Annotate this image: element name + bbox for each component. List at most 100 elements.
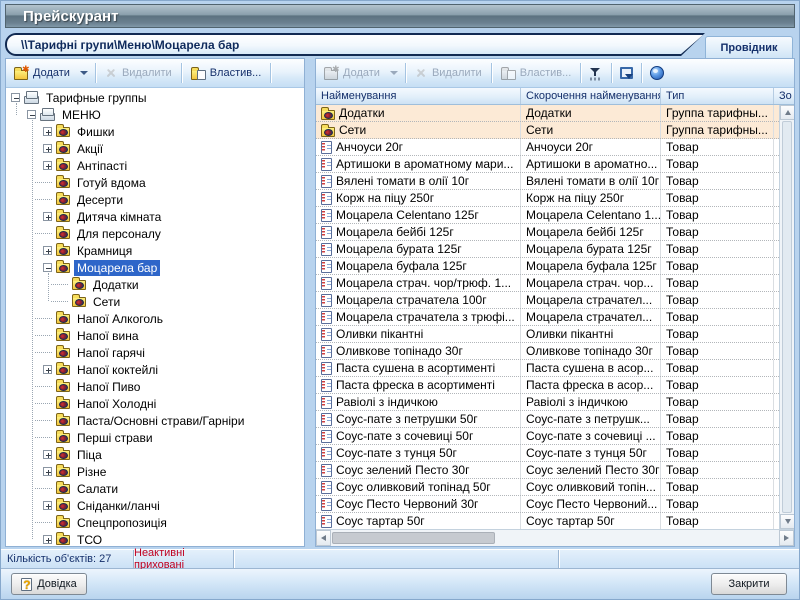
tree-expander[interactable]	[41, 242, 54, 259]
scroll-down-button[interactable]	[780, 514, 794, 529]
table-row[interactable]: Моцарела бурата 125гМоцарела бурата 125г…	[316, 241, 779, 258]
tab-explorer[interactable]: Провідник	[705, 36, 793, 58]
tree-item[interactable]: Десерти	[6, 191, 304, 208]
tree-expander[interactable]	[41, 361, 54, 378]
tree-item[interactable]: Тарифные группы	[6, 89, 304, 106]
properties-button[interactable]: Властив...	[495, 61, 578, 85]
table-row[interactable]: Моцарела страч. чор/трюф. 1...Моцарела с…	[316, 275, 779, 292]
tree-item[interactable]: Додатки	[6, 276, 304, 293]
add-dropdown-button[interactable]	[386, 61, 402, 85]
add-button[interactable]: Додати	[318, 61, 386, 85]
tree-expander[interactable]	[41, 140, 54, 157]
column-header[interactable]: Зо	[774, 88, 794, 104]
filter-icon	[589, 67, 603, 80]
panel-splitter[interactable]	[305, 58, 315, 547]
tree-item[interactable]: Напої вина	[6, 327, 304, 344]
tree-connector	[57, 293, 70, 310]
tree-item[interactable]: Фишки	[6, 123, 304, 140]
tree-item[interactable]: Готуй вдома	[6, 174, 304, 191]
delete-button[interactable]: Видалити	[409, 61, 488, 85]
table-row[interactable]: Соус тартар 50гСоус тартар 50гТовар	[316, 513, 779, 529]
table-row[interactable]: Моцарела буфала 125гМоцарела буфала 125г…	[316, 258, 779, 275]
tree-expander[interactable]	[41, 123, 54, 140]
scroll-up-button[interactable]	[780, 105, 794, 120]
table-row[interactable]: СетиСетиГруппа тарифны...	[316, 122, 779, 139]
table-row[interactable]: Соус-пате з петрушки 50гСоус-пате з петр…	[316, 411, 779, 428]
web-button[interactable]	[645, 61, 669, 85]
add-button[interactable]: Додати	[8, 61, 76, 85]
table-row[interactable]: Моцарела страчатела з трюфі...Моцарела с…	[316, 309, 779, 326]
add-dropdown-button[interactable]	[76, 61, 92, 85]
properties-button[interactable]: Властив...	[185, 61, 268, 85]
table-row[interactable]: Соус Песто Червоний 30гСоус Песто Червон…	[316, 496, 779, 513]
tree-item[interactable]: Піца	[6, 446, 304, 463]
tree-item[interactable]: Перші страви	[6, 429, 304, 446]
table-row[interactable]: Соус зелений Песто 30гСоус зелений Песто…	[316, 462, 779, 479]
tree-item[interactable]: Напої Алкоголь	[6, 310, 304, 327]
close-button[interactable]: Закрити	[711, 573, 787, 595]
table-row[interactable]: ДодаткиДодаткиГруппа тарифны...	[316, 105, 779, 122]
tariff-group-icon	[56, 263, 70, 273]
tree-item[interactable]: Для персоналу	[6, 225, 304, 242]
tree-item[interactable]: Напої Пиво	[6, 378, 304, 395]
vertical-scroll-thumb[interactable]	[782, 121, 792, 513]
column-header[interactable]: Тип	[661, 88, 774, 104]
filter-button[interactable]	[584, 61, 608, 85]
tree-item[interactable]: Моцарела бар	[6, 259, 304, 276]
expand-icon	[43, 501, 52, 510]
tree-expander[interactable]	[41, 531, 54, 546]
tree-expander[interactable]	[41, 208, 54, 225]
tree-item[interactable]: Акції	[6, 140, 304, 157]
help-button[interactable]: Довідка	[11, 573, 87, 595]
column-header[interactable]: Найменування	[316, 88, 521, 104]
table-row[interactable]: Моцарела страчатела 100гМоцарела страчат…	[316, 292, 779, 309]
tree-item[interactable]: Напої Холодні	[6, 395, 304, 412]
table-row[interactable]: Оливкове топінадо 30гОливкове топінадо 3…	[316, 343, 779, 360]
tariff-group-icon	[56, 144, 70, 154]
tree-dash	[51, 301, 68, 302]
horizontal-scroll-thumb[interactable]	[332, 532, 495, 544]
tree-item[interactable]: Антіпасті	[6, 157, 304, 174]
tree-item[interactable]: Сніданки/ланчі	[6, 497, 304, 514]
tree-item[interactable]: Різне	[6, 463, 304, 480]
table-row[interactable]: Соус-пате з сочевиці 50гСоус-пате з соче…	[316, 428, 779, 445]
table-row[interactable]: Анчоуси 20гАнчоуси 20гТовар	[316, 139, 779, 156]
row-name-text: Артишоки в ароматному мари...	[336, 157, 513, 171]
column-header[interactable]: Скорочення найменування	[521, 88, 661, 104]
tree-expander[interactable]	[41, 463, 54, 480]
tree-item[interactable]: ТСО	[6, 531, 304, 546]
table-row[interactable]: Оливки пікантніОливки пікантніТовар	[316, 326, 779, 343]
tree-item[interactable]: Салати	[6, 480, 304, 497]
tree-item[interactable]: Крамниця	[6, 242, 304, 259]
table-row[interactable]: Вялені томати в олії 10гВялені томати в …	[316, 173, 779, 190]
table-row[interactable]: Паста сушена в асортиментіПаста сушена в…	[316, 360, 779, 377]
table-row[interactable]: Моцарела Celentano 125гМоцарела Celentan…	[316, 207, 779, 224]
tree-expander[interactable]	[41, 497, 54, 514]
vertical-scrollbar[interactable]	[779, 105, 794, 529]
tree-expander[interactable]	[41, 446, 54, 463]
cell-name: Моцарела буфала 125г	[316, 258, 521, 274]
tree-item[interactable]: Напої коктейлі	[6, 361, 304, 378]
tree-item[interactable]: Напої гарячі	[6, 344, 304, 361]
scroll-right-button[interactable]	[779, 530, 794, 546]
export-view-button[interactable]	[615, 61, 638, 85]
table-row[interactable]: Артишоки в ароматному мари...Артишоки в …	[316, 156, 779, 173]
row-name-text: Додатки	[339, 106, 385, 120]
table-row[interactable]: Соус-пате з тунця 50гСоус-пате з тунця 5…	[316, 445, 779, 462]
tree-item[interactable]: Спецпропозиція	[6, 514, 304, 531]
table-row[interactable]: Корж на піцу 250гКорж на піцу 250гТовар	[316, 190, 779, 207]
table-row[interactable]: Паста фреска в асортиментіПаста фреска в…	[316, 377, 779, 394]
tree-item[interactable]: Дитяча кімната	[6, 208, 304, 225]
tree-item[interactable]: Сети	[6, 293, 304, 310]
table-row[interactable]: Соус оливковий топінад 50гСоус оливковий…	[316, 479, 779, 496]
scroll-left-button[interactable]	[316, 530, 331, 546]
row-name-text: Соус оливковий топінад 50г	[336, 480, 491, 494]
tree-expander[interactable]	[41, 157, 54, 174]
tree-item[interactable]: Паста/Основні страви/Гарніри	[6, 412, 304, 429]
table-row[interactable]: Равіолі з індичкоюРавіолі з індичкоюТова…	[316, 394, 779, 411]
delete-button[interactable]: Видалити	[99, 61, 178, 85]
tree-item[interactable]: МЕНЮ	[6, 106, 304, 123]
horizontal-scrollbar[interactable]	[316, 529, 794, 546]
table-row[interactable]: Моцарела бейбі 125гМоцарела бейбі 125гТо…	[316, 224, 779, 241]
delete-x-icon	[415, 67, 427, 79]
